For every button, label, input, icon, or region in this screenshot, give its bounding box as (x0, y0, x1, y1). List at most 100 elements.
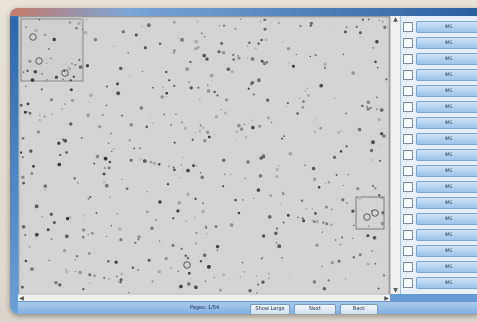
list-item[interactable]: IMG (403, 228, 477, 242)
speckle-dot (383, 25, 387, 29)
scroll-down-icon[interactable]: ▼ (392, 287, 399, 294)
item-checkbox[interactable] (403, 86, 413, 96)
item-checkbox[interactable] (403, 22, 413, 32)
item-checkbox[interactable] (403, 70, 413, 80)
list-item[interactable]: IMG (403, 148, 477, 162)
list-item[interactable]: IMG (403, 84, 477, 98)
list-item-button[interactable]: IMG (416, 69, 477, 81)
speckle-dot (105, 104, 108, 107)
speckle-dot (245, 136, 248, 139)
item-checkbox[interactable] (403, 102, 413, 112)
item-checkbox[interactable] (403, 246, 413, 256)
image-viewer[interactable] (18, 16, 390, 296)
speckle-dot (262, 234, 266, 238)
list-item[interactable]: IMG (403, 132, 477, 146)
speckle-dot (44, 33, 47, 36)
speckle-dot (202, 53, 206, 58)
list-item-button[interactable]: IMG (416, 117, 477, 129)
item-checkbox[interactable] (403, 230, 413, 240)
speckle-dot (25, 26, 28, 29)
speckle-dot (270, 121, 273, 124)
list-item[interactable]: IMG (403, 196, 477, 210)
back-button[interactable]: Back (340, 304, 378, 314)
list-item-button[interactable]: IMG (416, 37, 477, 49)
next-button[interactable]: Next (294, 304, 336, 314)
speckle-dot (78, 270, 82, 275)
list-item-button[interactable]: IMG (416, 133, 477, 145)
speckle-dot (118, 280, 120, 282)
list-item[interactable]: IMG (403, 36, 477, 50)
list-item[interactable]: IMG (403, 116, 477, 130)
item-checkbox[interactable] (403, 198, 413, 208)
speckle-dot (71, 63, 73, 65)
list-item-button[interactable]: IMG (416, 101, 477, 113)
item-checkbox[interactable] (403, 166, 413, 176)
speckle-dot (128, 74, 130, 76)
speckle-dot (149, 114, 151, 116)
item-checkbox[interactable] (403, 118, 413, 128)
list-item[interactable]: IMG (403, 260, 477, 274)
item-checkbox[interactable] (403, 54, 413, 64)
speckle-dot (186, 256, 190, 260)
speckle-dot (321, 231, 323, 233)
speckle-dot (187, 282, 191, 286)
speckle-dot (379, 108, 384, 112)
speckle-dot (150, 226, 154, 230)
list-item-button[interactable]: IMG (416, 277, 477, 289)
list-item-button[interactable]: IMG (416, 213, 477, 225)
speckle-dot (64, 268, 67, 271)
list-item[interactable]: IMG (403, 20, 477, 34)
list-item-button[interactable]: IMG (416, 181, 477, 193)
show-large-button[interactable]: Show Large (250, 304, 290, 314)
speckle-dot (195, 165, 198, 167)
speckle-dot (93, 274, 96, 278)
item-checkbox[interactable] (403, 38, 413, 48)
list-item[interactable]: IMG (403, 164, 477, 178)
item-checkbox[interactable] (403, 262, 413, 272)
speckle-dot (158, 200, 162, 204)
item-checkbox[interactable] (403, 214, 413, 224)
speckle-dot (205, 227, 208, 229)
item-checkbox[interactable] (403, 150, 413, 160)
speckle-dot (125, 187, 129, 190)
list-item[interactable]: IMG (403, 180, 477, 194)
list-item-button[interactable]: IMG (416, 261, 477, 273)
list-item-button[interactable]: IMG (416, 85, 477, 97)
speckle-dot (213, 133, 215, 136)
speckle-dot (63, 103, 66, 106)
speckle-dot (237, 56, 241, 60)
list-item-button[interactable]: IMG (416, 21, 477, 33)
speckle-dot (113, 45, 115, 47)
scroll-up-icon[interactable]: ▲ (392, 16, 399, 23)
speckle-dot (282, 41, 284, 43)
speckle-dot (266, 98, 270, 102)
vertical-scrollbar[interactable]: ▲ ▼ (390, 16, 400, 294)
list-item[interactable]: IMG (403, 68, 477, 82)
item-checkbox[interactable] (403, 278, 413, 288)
list-item[interactable]: IMG (403, 52, 477, 66)
item-checkbox[interactable] (403, 182, 413, 192)
speckle-dot (214, 225, 218, 229)
speckle-dot (80, 18, 84, 22)
list-item-button[interactable]: IMG (416, 53, 477, 65)
list-item[interactable]: IMG (403, 244, 477, 258)
speckle-dot (189, 86, 193, 90)
speckle-dot (121, 178, 123, 181)
list-item-button[interactable]: IMG (416, 165, 477, 177)
list-item-button[interactable]: IMG (416, 229, 477, 241)
list-item[interactable]: IMG (403, 212, 477, 226)
speckle-dot (74, 64, 77, 66)
list-item[interactable]: IMG (403, 276, 477, 290)
item-checkbox[interactable] (403, 134, 413, 144)
list-item[interactable]: IMG (403, 100, 477, 114)
speckle-dot (252, 93, 255, 96)
speckle-dot (65, 151, 68, 154)
list-item-button[interactable]: IMG (416, 149, 477, 161)
speckle-dot (69, 88, 73, 92)
list-item-button[interactable]: IMG (416, 197, 477, 209)
speckle-dot (260, 59, 264, 63)
list-item-button[interactable]: IMG (416, 245, 477, 257)
speckle-dot (185, 67, 189, 71)
speckle-dot (21, 175, 25, 179)
speckle-dot (33, 70, 37, 74)
